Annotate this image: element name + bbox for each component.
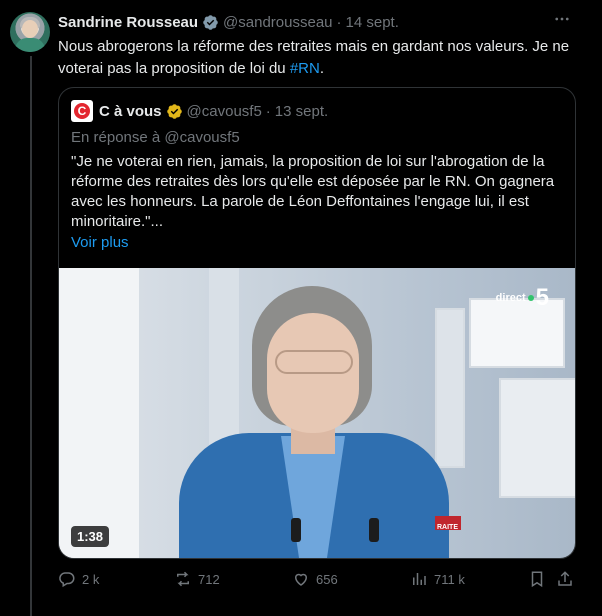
tweet-date[interactable]: 14 sept. — [346, 14, 399, 31]
like-count: 656 — [316, 571, 338, 587]
views-button[interactable]: 711 k — [410, 570, 465, 588]
bookmark-icon[interactable] — [528, 570, 546, 588]
video-banner-text: RAITE — [437, 524, 458, 531]
action-bar: 2 k 712 656 711 k — [58, 570, 578, 592]
video-duration: 1:38 — [71, 526, 110, 547]
quote-reply-to: En réponse à @cavousf5 — [71, 129, 240, 146]
views-icon — [413, 573, 426, 585]
tweet-text-end: . — [319, 60, 324, 77]
show-more-link[interactable]: Voir plus — [71, 234, 129, 251]
quote-logo-letter: C — [74, 103, 90, 119]
share-icon[interactable] — [556, 570, 574, 588]
quote-date[interactable]: 13 sept. — [275, 103, 328, 120]
avatar[interactable] — [10, 12, 50, 52]
tweet-text: Nous abrogerons la réforme des retraites… — [58, 36, 578, 80]
video-banner: RAITE — [435, 516, 461, 531]
separator-dot: · — [336, 13, 342, 31]
like-icon — [294, 573, 308, 586]
repost-icon — [177, 571, 189, 587]
channel-prefix: direct — [495, 292, 526, 304]
views-count: 711 k — [434, 571, 465, 587]
reply-button[interactable]: 2 k — [58, 570, 99, 588]
quoted-tweet[interactable]: C C à vous @cavousf5 · 13 sept. En répon… — [58, 87, 576, 559]
channel-dot-icon — [527, 295, 534, 301]
author-handle[interactable]: @sandrousseau — [223, 14, 332, 31]
quote-separator-dot: · — [265, 102, 271, 120]
repost-button[interactable]: 712 — [174, 570, 220, 588]
verified-badge-icon[interactable] — [202, 14, 219, 31]
channel-number: 5 — [535, 284, 549, 311]
channel-logo: direct 5 — [496, 284, 549, 312]
more-options-icon[interactable] — [552, 10, 572, 30]
thread-line — [30, 56, 32, 616]
quote-text: "Je ne voterai en rien, jamais, la propo… — [71, 153, 555, 230]
reply-icon — [59, 572, 75, 588]
author-name[interactable]: Sandrine Rousseau — [58, 14, 198, 31]
tweet-header: Sandrine Rousseau @sandrousseau · 14 sep… — [58, 12, 399, 32]
gold-verified-badge-icon[interactable] — [166, 103, 183, 120]
quote-header: C C à vous @cavousf5 · 13 sept. — [71, 100, 328, 122]
repost-count: 712 — [198, 571, 220, 587]
quote-author-handle[interactable]: @cavousf5 — [187, 103, 262, 120]
video-player[interactable]: RAITE direct 5 1:38 — [59, 268, 575, 558]
hashtag-link[interactable]: #RN — [290, 60, 320, 77]
like-button[interactable]: 656 — [292, 570, 338, 588]
quote-avatar[interactable]: C — [71, 100, 93, 122]
quote-author-name[interactable]: C à vous — [99, 103, 162, 120]
tweet[interactable]: Sandrine Rousseau @sandrousseau · 14 sep… — [0, 0, 602, 616]
reply-count: 2 k — [82, 571, 100, 587]
